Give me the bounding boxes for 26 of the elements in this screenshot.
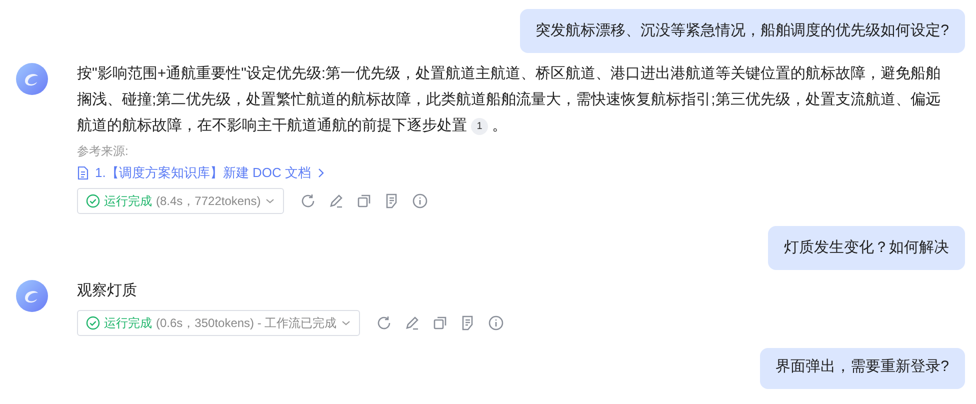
- check-circle-icon: [86, 316, 100, 330]
- info-icon[interactable]: [412, 193, 428, 209]
- answer-text: 观察灯质: [77, 281, 138, 301]
- answer-text: 按"影响范围+通航重要性"设定优先级:第一优先级，处置航道主航道、桥区航道、港口进出港航道等关键位置的航标故障，避免船舶搁浅、碰撞;第二优先级，处置繁忙航道的航标故障，此类航道船舶流量大，需快速恢复航标指引;第三优先级，处置支流航道、偏远航道的航标故障，在不影响主干航道通航的前提下逐步处置 1 。: [77, 64, 942, 137]
- run-status-dropdown[interactable]: 运行完成 (8.4s，7722tokens): [77, 188, 284, 214]
- question-bubble: 突发航标漂移、沉没等紧急情况，船舶调度的优先级如何设定?: [520, 9, 965, 53]
- document-icon: [77, 166, 89, 180]
- regenerate-icon[interactable]: [300, 193, 316, 209]
- edit-icon[interactable]: [328, 193, 344, 209]
- chevron-right-icon: [316, 167, 325, 179]
- run-status-dropdown[interactable]: 运行完成 (0.6s，350tokens) - 工作流已完成: [77, 310, 360, 336]
- sources-label: 参考来源:: [77, 143, 130, 160]
- copy-icon[interactable]: [432, 315, 448, 331]
- caret-icon: [340, 319, 351, 327]
- check-circle-icon: [86, 194, 100, 208]
- edit-icon[interactable]: [404, 315, 420, 331]
- caret-icon: [264, 197, 275, 205]
- regenerate-icon[interactable]: [376, 315, 392, 331]
- source-link[interactable]: 1.【调度方案知识库】新建 DOC 文档: [77, 164, 325, 182]
- citation-badge[interactable]: 1: [471, 118, 488, 135]
- question-bubble: 界面弹出，需要重新登录?: [760, 348, 965, 389]
- question-bubble: 灯质发生变化？如何解决: [768, 226, 965, 270]
- info-icon[interactable]: [488, 315, 504, 331]
- assistant-avatar-icon: [16, 63, 48, 95]
- assistant-avatar-icon: [16, 280, 48, 312]
- copy-icon[interactable]: [356, 193, 372, 209]
